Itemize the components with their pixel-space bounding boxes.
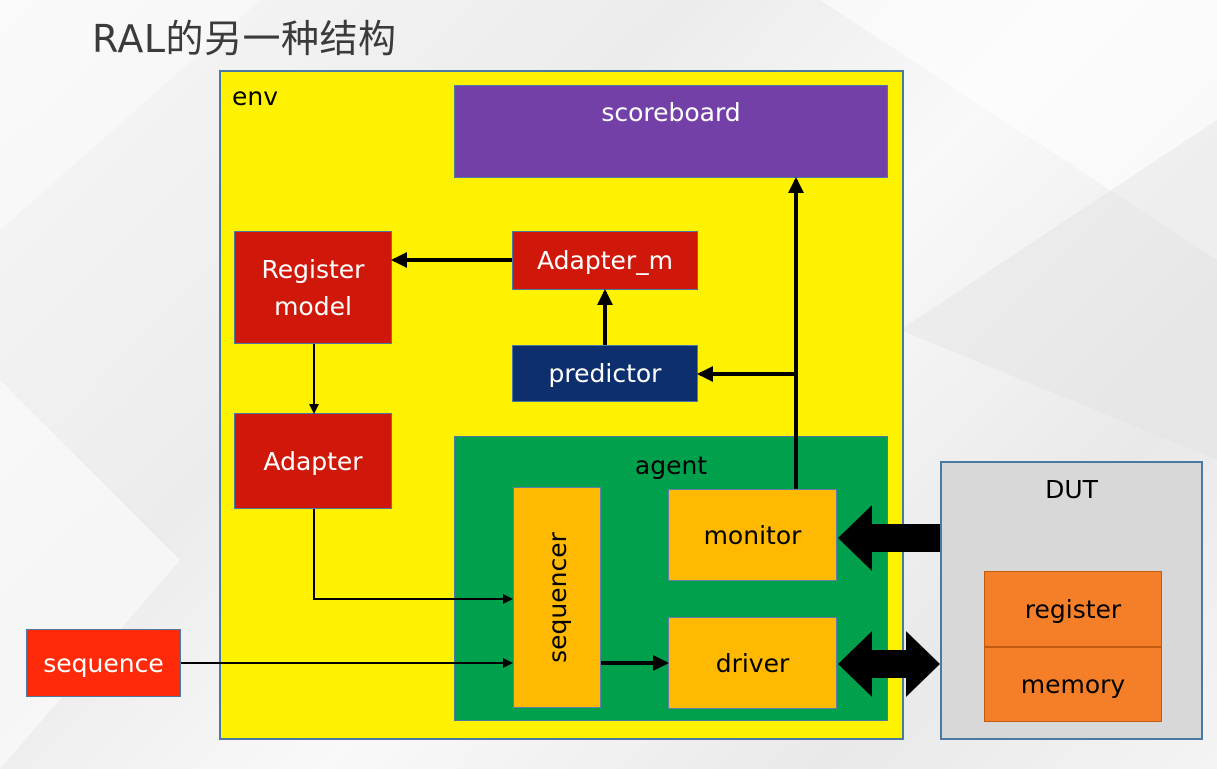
connection-arrows	[181, 177, 940, 697]
adapter-to-sequencer-arrow	[313, 509, 513, 604]
driver-dut-double-arrow	[838, 631, 940, 697]
dut-to-monitor-block-arrow	[838, 505, 940, 571]
